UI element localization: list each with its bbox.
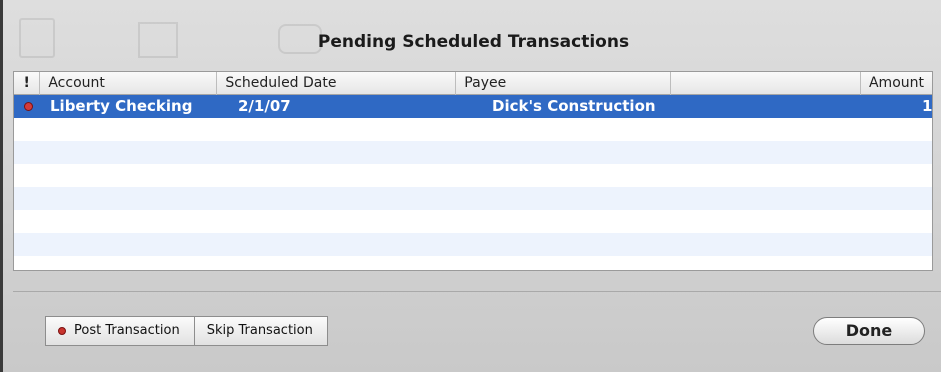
column-header-amount[interactable]: Amount [861,72,932,95]
empty-row [14,118,932,141]
skip-transaction-label: Skip Transaction [206,323,313,338]
table-header: ! Account Scheduled Date Payee Amount [14,72,932,95]
column-header-payee[interactable]: Payee [456,72,671,95]
empty-row [14,210,932,233]
dialog-title: Pending Scheduled Transactions [317,32,630,52]
post-icon [58,327,66,335]
empty-row [14,187,932,210]
payee-cell: Dick's Construction [492,97,656,115]
flag-icon [23,102,33,111]
flag-cell [14,95,42,118]
column-header-scheduled-date[interactable]: Scheduled Date [217,72,457,95]
pending-transactions-window: Pending Scheduled Transactions ! Account… [0,0,941,372]
scheduled-date-cell: 2/1/07 [238,97,291,115]
column-header-flag[interactable]: ! [14,72,41,95]
post-transaction-label: Post Transaction [74,323,180,338]
done-button[interactable]: Done [813,317,925,345]
transaction-action-segment: Post Transaction Skip Transaction [45,316,328,346]
account-cell: Liberty Checking [50,97,193,115]
column-header-blank[interactable] [671,72,861,95]
table-row[interactable]: Liberty Checking 2/1/07 Dick's Construct… [14,95,932,118]
skip-transaction-button[interactable]: Skip Transaction [193,317,327,345]
amount-cell: 1,200.00 [922,97,932,115]
empty-row [14,256,932,270]
empty-row [14,164,932,187]
transactions-table[interactable]: ! Account Scheduled Date Payee Amount Li… [13,71,933,271]
divider [13,291,941,292]
post-transaction-button[interactable]: Post Transaction [46,317,194,345]
column-header-account[interactable]: Account [40,72,218,95]
empty-row [14,141,932,164]
blank-cell [712,95,914,118]
empty-row [14,233,932,256]
